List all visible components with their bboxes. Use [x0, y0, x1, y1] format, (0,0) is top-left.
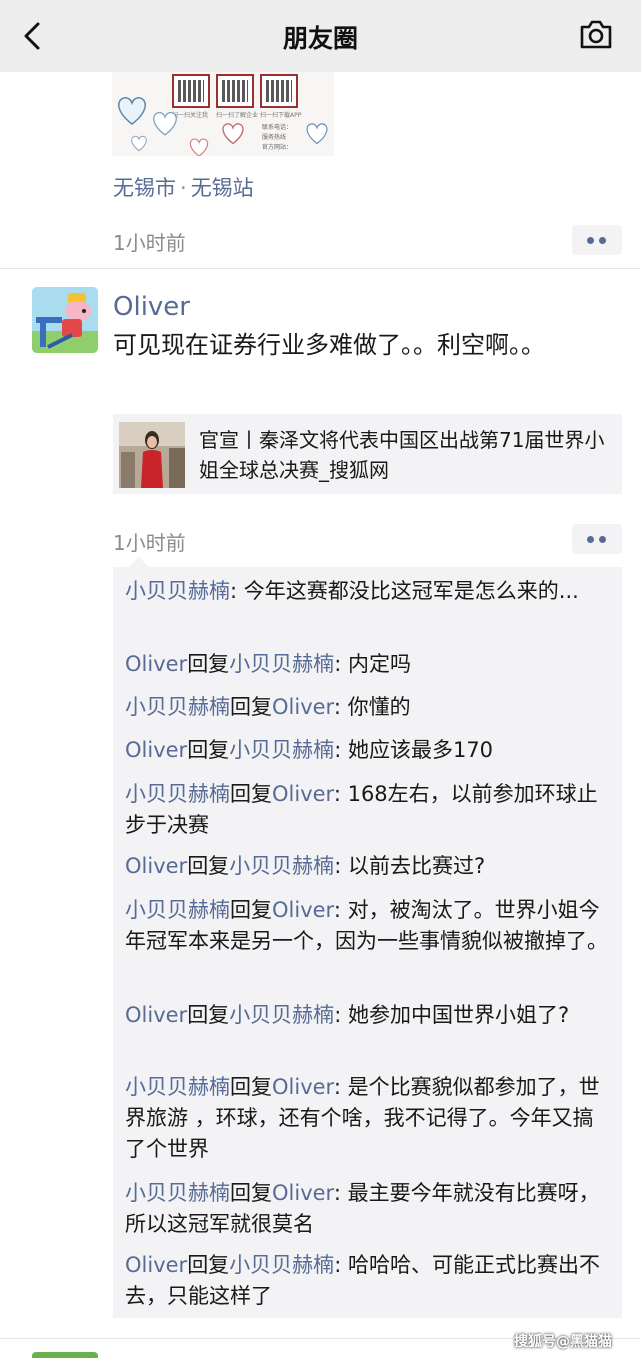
- qr-caption: 扫一扫下载APP: [260, 112, 302, 119]
- comment-author: Oliver: [125, 652, 188, 676]
- comment-item[interactable]: Oliver回复小贝贝赫楠: 她应该最多170: [125, 735, 613, 766]
- heart-icon: [153, 111, 177, 136]
- comment-text: 她应该最多170: [347, 738, 494, 762]
- comment-author: 小贝贝赫楠: [125, 1181, 230, 1205]
- more-button[interactable]: [572, 524, 622, 554]
- avatar[interactable]: [32, 287, 98, 353]
- comment-author: Oliver: [125, 1253, 188, 1277]
- post-text: 可见现在证券行业多难做了。。利空啊。。: [113, 331, 545, 359]
- heart-icon: [222, 123, 244, 145]
- comment-reply-to: Oliver: [272, 1181, 334, 1205]
- comment-reply-to: 小贝贝赫楠: [229, 854, 335, 878]
- comment-text: 以前去比赛过?: [347, 854, 486, 878]
- more-dot-icon: [599, 237, 606, 244]
- comment-item[interactable]: Oliver回复小贝贝赫楠: 哈哈哈、可能正式比赛出不去，只能这样了: [125, 1250, 613, 1312]
- comment-reply-to: 小贝贝赫楠: [229, 652, 335, 676]
- comment-item[interactable]: 小贝贝赫楠回复Oliver: 168左右，以前参加环球止步于决赛: [125, 779, 613, 841]
- comment-author: 小贝贝赫楠: [125, 1075, 230, 1099]
- shared-link-card[interactable]: 官宣丨秦泽文将代表中国区出战第71届世界小姐全球总决赛_搜狐网: [113, 414, 622, 494]
- location-city: 无锡市: [113, 176, 176, 200]
- more-dot-icon: [599, 536, 606, 543]
- comment-item[interactable]: 小贝贝赫楠: 今年这赛都没比这冠军是怎么来的...: [125, 576, 613, 607]
- post-divider: [0, 268, 641, 269]
- comment-reply-to: Oliver: [272, 695, 334, 719]
- comment-author: 小贝贝赫楠: [125, 898, 230, 922]
- post-image[interactable]: 扫一扫关注我 扫一扫了解企业 扫一扫下载APP 联系电话： 服务热线 官方网站：: [112, 72, 334, 156]
- post-nickname[interactable]: Oliver: [113, 292, 190, 322]
- qr-code: [260, 74, 298, 108]
- comment-author: Oliver: [125, 1003, 188, 1027]
- comment-author: 小贝贝赫楠: [125, 579, 230, 603]
- post-time: 1小时前: [113, 231, 186, 255]
- comment-reply-to: 小贝贝赫楠: [229, 738, 335, 762]
- comment-item[interactable]: 小贝贝赫楠回复Oliver: 是个比赛貌似都参加了，世界旅游 ，环球，还有个啥，…: [125, 1072, 613, 1165]
- more-dot-icon: [587, 237, 594, 244]
- qr-code: [216, 74, 254, 108]
- comment-text: 她参加中国世界小姐了?: [347, 1003, 570, 1027]
- avatar[interactable]: [32, 1352, 98, 1358]
- link-title: 官宣丨秦泽文将代表中国区出战第71届世界小姐全球总决赛_搜狐网: [199, 428, 605, 482]
- comment-text: 今年这赛都没比这冠军是怎么来的...: [243, 579, 579, 603]
- heart-icon: [306, 123, 328, 145]
- post-time: 1小时前: [113, 531, 186, 555]
- comment-reply-to: Oliver: [272, 898, 334, 922]
- nav-bar: 朋友圈: [0, 0, 641, 72]
- location-separator: ·: [180, 176, 187, 200]
- heart-icon: [189, 138, 209, 156]
- comment-item[interactable]: 小贝贝赫楠回复Oliver: 最主要今年就没有比赛呀，所以这冠军就很莫名: [125, 1178, 613, 1240]
- comment-author: Oliver: [125, 854, 188, 878]
- heart-icon: [131, 135, 147, 152]
- comments-section: 小贝贝赫楠: 今年这赛都没比这冠军是怎么来的... Oliver回复小贝贝赫楠:…: [113, 557, 622, 1318]
- post-location[interactable]: 无锡市 · 无锡站: [113, 172, 254, 202]
- comment-item[interactable]: Oliver回复小贝贝赫楠: 她参加中国世界小姐了?: [125, 1000, 613, 1031]
- comment-author: Oliver: [125, 738, 188, 762]
- comment-reply-to: Oliver: [272, 1075, 334, 1099]
- camera-button[interactable]: [578, 19, 614, 51]
- comment-item[interactable]: Oliver回复小贝贝赫楠: 以前去比赛过?: [125, 851, 613, 882]
- page-title: 朋友圈: [282, 24, 358, 53]
- comment-reply-to: Oliver: [272, 782, 334, 806]
- qr-code: [172, 74, 210, 108]
- more-button[interactable]: [572, 225, 622, 255]
- comment-author: 小贝贝赫楠: [125, 695, 230, 719]
- comment-text: 你懂的: [347, 695, 411, 719]
- comment-reply-to: 小贝贝赫楠: [229, 1253, 335, 1277]
- heart-icon: [118, 97, 146, 125]
- comment-item[interactable]: 小贝贝赫楠回复Oliver: 你懂的: [125, 692, 613, 723]
- avatar-image: [32, 287, 98, 353]
- comment-reply-to: 小贝贝赫楠: [229, 1003, 335, 1027]
- image-text: 联系电话：: [262, 124, 293, 131]
- link-thumbnail: [119, 422, 185, 488]
- image-text: 服务热线: [262, 134, 287, 141]
- camera-icon: [580, 20, 612, 49]
- image-text: 官方网站：: [262, 144, 293, 151]
- more-dot-icon: [587, 536, 594, 543]
- comment-item[interactable]: 小贝贝赫楠回复Oliver: 对，被淘汰了。世界小姐今年冠军本来是另一个，因为一…: [125, 895, 613, 957]
- comment-author: 小贝贝赫楠: [125, 782, 230, 806]
- comment-text: 内定吗: [347, 652, 411, 676]
- watermark: 搜狐号@黑猫猫: [514, 1334, 612, 1350]
- comment-item[interactable]: Oliver回复小贝贝赫楠: 内定吗: [125, 649, 613, 680]
- location-place: 无锡站: [190, 176, 254, 200]
